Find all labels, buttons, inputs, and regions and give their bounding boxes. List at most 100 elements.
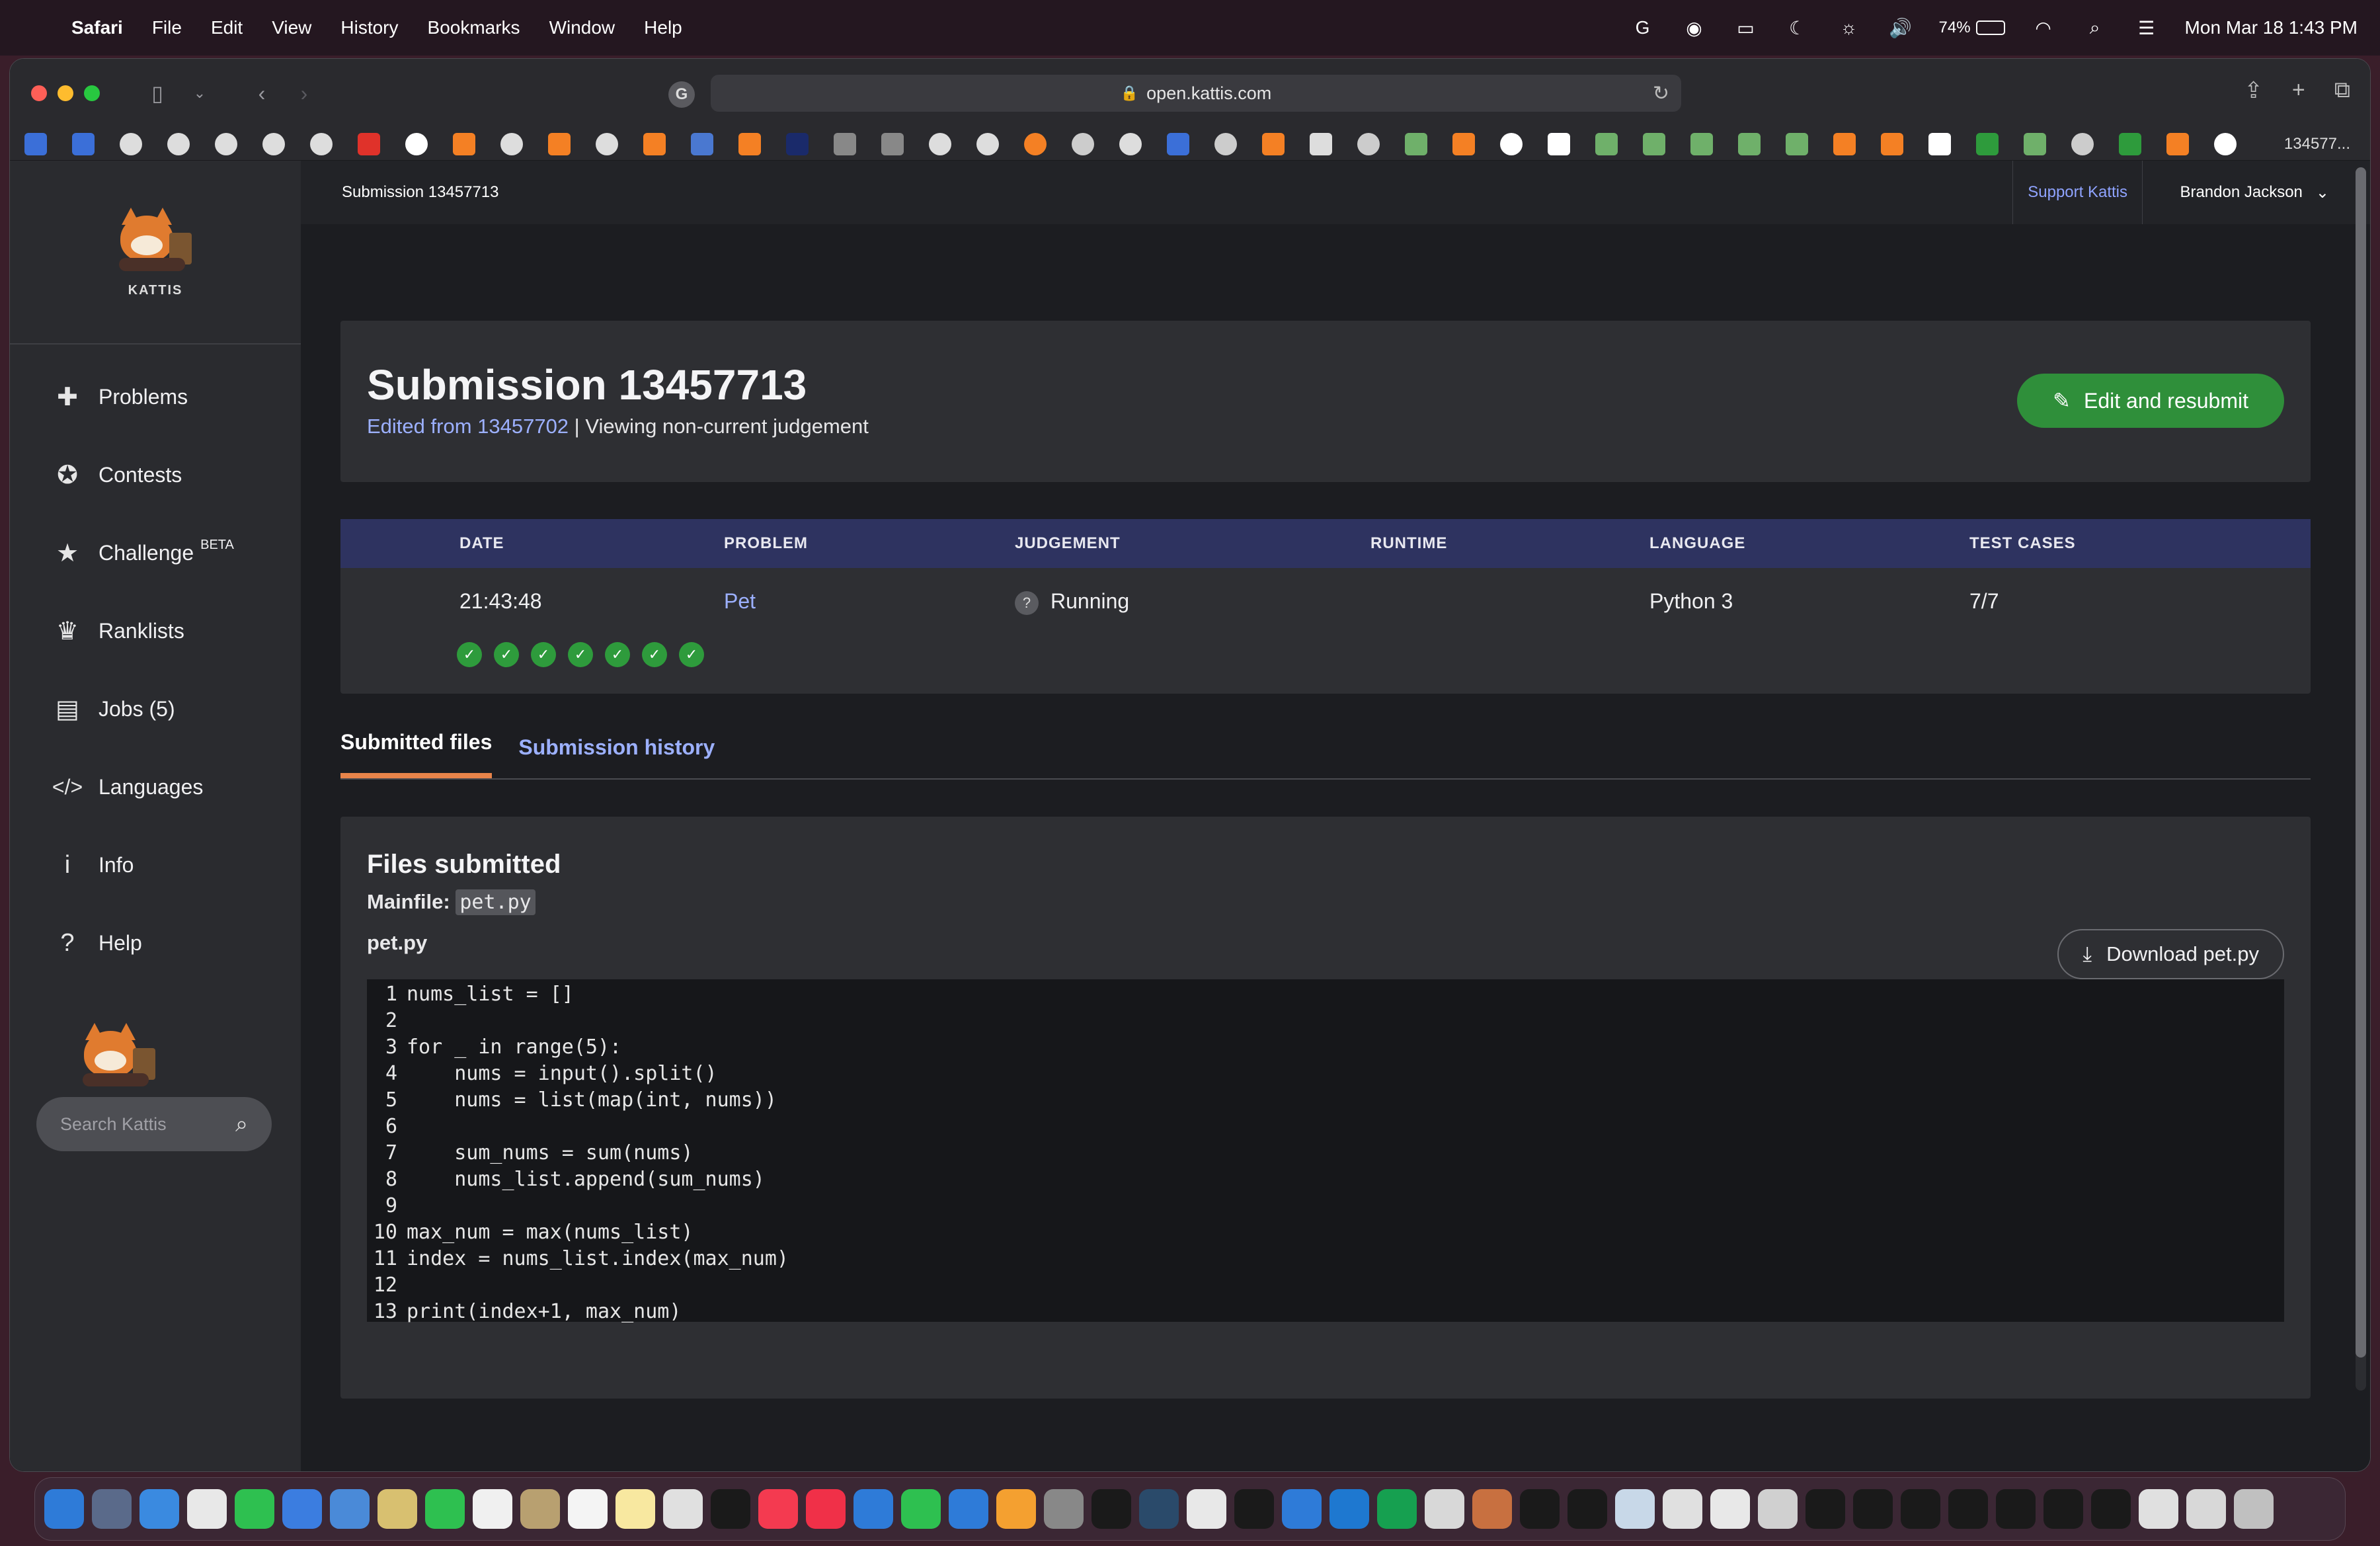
dock-app-icon[interactable] bbox=[996, 1489, 1036, 1529]
pinned-tab[interactable] bbox=[445, 131, 483, 157]
share-icon[interactable]: ⇪ bbox=[2244, 77, 2263, 104]
dock-app-icon[interactable] bbox=[1377, 1489, 1417, 1529]
dock-app-icon[interactable] bbox=[711, 1489, 750, 1529]
sidebar-item-problems[interactable]: ✚ Problems bbox=[10, 358, 301, 436]
pinned-tab[interactable] bbox=[1349, 131, 1388, 157]
scrollbar-thumb[interactable] bbox=[2356, 167, 2366, 1358]
search-icon[interactable]: ⌕ bbox=[235, 1112, 248, 1137]
pinned-tab[interactable] bbox=[1207, 131, 1245, 157]
dock-app-icon[interactable] bbox=[1567, 1489, 1607, 1529]
dock-app-icon[interactable] bbox=[1520, 1489, 1560, 1529]
pinned-tab[interactable] bbox=[588, 131, 626, 157]
control-center-icon[interactable]: ☰ bbox=[2133, 18, 2160, 38]
dock-app-icon[interactable] bbox=[1615, 1489, 1655, 1529]
dock-app-icon[interactable] bbox=[1187, 1489, 1226, 1529]
pinned-tab[interactable] bbox=[2111, 131, 2149, 157]
pinned-tab[interactable] bbox=[683, 131, 721, 157]
back-icon[interactable]: ‹ bbox=[244, 79, 280, 108]
dock-app-icon[interactable] bbox=[1901, 1489, 1940, 1529]
pinned-tab[interactable] bbox=[64, 131, 102, 157]
code-viewer[interactable]: 1 nums_list = [] 2 3 for _ in range(5): 4 num… bbox=[367, 979, 2284, 1323]
pinned-tab[interactable] bbox=[2063, 131, 2102, 157]
dock-app-icon[interactable] bbox=[2091, 1489, 2131, 1529]
active-tab[interactable]: 134577... bbox=[2284, 135, 2363, 153]
menu-app-name[interactable]: Safari bbox=[71, 17, 123, 38]
spotlight-search-icon[interactable]: ⌕ bbox=[2082, 17, 2108, 38]
menu-edit[interactable]: Edit bbox=[211, 17, 243, 38]
battery-status[interactable]: 74% bbox=[1939, 19, 2005, 37]
dock-app-icon[interactable] bbox=[1805, 1489, 1845, 1529]
sidebar-item-ranklists[interactable]: ♛ Ranklists bbox=[10, 592, 301, 670]
support-kattis-link[interactable]: Support Kattis bbox=[2012, 161, 2143, 224]
dock-app-icon[interactable] bbox=[1853, 1489, 1893, 1529]
pinned-tab[interactable] bbox=[635, 131, 674, 157]
pinned-tab[interactable] bbox=[159, 131, 198, 157]
dock-app-icon[interactable] bbox=[520, 1489, 560, 1529]
new-tab-icon[interactable]: + bbox=[2292, 77, 2305, 104]
pinned-tab[interactable] bbox=[2159, 131, 2197, 157]
kattis-logo[interactable]: KATTIS bbox=[10, 161, 301, 345]
forward-icon[interactable]: › bbox=[286, 79, 322, 108]
pinned-tab[interactable] bbox=[1445, 131, 1483, 157]
dock-app-icon[interactable] bbox=[1996, 1489, 2036, 1529]
pinned-tab[interactable] bbox=[350, 131, 388, 157]
tab-submission-history[interactable]: Submission history bbox=[518, 725, 715, 778]
pinned-tab[interactable] bbox=[826, 131, 864, 157]
dock-app-icon[interactable] bbox=[377, 1489, 417, 1529]
grammarly-extension-icon[interactable]: G bbox=[668, 81, 695, 108]
pinned-tab[interactable] bbox=[397, 131, 436, 157]
tab-group-chevron-icon[interactable]: ⌄ bbox=[182, 79, 218, 108]
pinned-tab[interactable] bbox=[1254, 131, 1292, 157]
moon-status-icon[interactable]: ☾ bbox=[1784, 18, 1811, 38]
pinned-tab[interactable] bbox=[1492, 131, 1530, 157]
dock-app-icon[interactable] bbox=[1139, 1489, 1179, 1529]
pinned-tab[interactable] bbox=[731, 131, 769, 157]
dock-app-icon[interactable] bbox=[139, 1489, 179, 1529]
dock-app-icon[interactable] bbox=[187, 1489, 227, 1529]
dock-app-icon[interactable] bbox=[901, 1489, 941, 1529]
dock-app-icon[interactable] bbox=[663, 1489, 703, 1529]
pinned-tab[interactable] bbox=[1540, 131, 1578, 157]
display-status-icon[interactable]: ▭ bbox=[1733, 18, 1759, 38]
dock-app-icon[interactable] bbox=[1234, 1489, 1274, 1529]
search-input[interactable]: Search Kattis ⌕ bbox=[36, 1097, 272, 1151]
dock-app-icon[interactable] bbox=[1044, 1489, 1084, 1529]
cell-problem-link[interactable]: Pet bbox=[724, 589, 756, 614]
user-menu[interactable]: Brandon Jackson ⌄ bbox=[2180, 161, 2329, 224]
pinned-tab[interactable] bbox=[540, 131, 578, 157]
dock-app-icon[interactable] bbox=[758, 1489, 798, 1529]
dock-app-icon[interactable] bbox=[2043, 1489, 2083, 1529]
pinned-tab[interactable] bbox=[2206, 131, 2244, 157]
pinned-tab[interactable] bbox=[921, 131, 959, 157]
dock-app-icon[interactable] bbox=[1663, 1489, 1702, 1529]
pinned-tab[interactable] bbox=[207, 131, 245, 157]
pinned-tab[interactable] bbox=[2016, 131, 2054, 157]
pinned-tab[interactable] bbox=[1111, 131, 1150, 157]
menu-help[interactable]: Help bbox=[644, 17, 682, 38]
volume-status-icon[interactable]: 🔊 bbox=[1887, 18, 1914, 38]
dock-app-icon[interactable] bbox=[1472, 1489, 1512, 1529]
pinned-tab[interactable] bbox=[778, 131, 816, 157]
dock-app-icon[interactable] bbox=[425, 1489, 465, 1529]
dock-app-icon[interactable] bbox=[282, 1489, 322, 1529]
dock-app-icon[interactable] bbox=[568, 1489, 608, 1529]
pinned-tab[interactable] bbox=[1159, 131, 1197, 157]
pinned-tab[interactable] bbox=[1635, 131, 1673, 157]
wifi-status-icon[interactable]: ◠ bbox=[2030, 18, 2057, 38]
menu-view[interactable]: View bbox=[272, 17, 311, 38]
sidebar-item-help[interactable]: ? Help bbox=[10, 904, 301, 982]
edit-and-resubmit-button[interactable]: ✎ Edit and resubmit bbox=[2017, 374, 2284, 428]
dock-app-icon[interactable] bbox=[806, 1489, 846, 1529]
dock-app-icon[interactable] bbox=[1329, 1489, 1369, 1529]
tab-overview-icon[interactable]: ⧉ bbox=[2334, 77, 2350, 104]
pinned-tab[interactable] bbox=[112, 131, 150, 157]
pinned-tab[interactable] bbox=[1873, 131, 1911, 157]
edited-from-link[interactable]: Edited from 13457702 bbox=[367, 415, 569, 438]
pinned-tab[interactable] bbox=[1397, 131, 1435, 157]
dock-app-icon[interactable] bbox=[1425, 1489, 1464, 1529]
pinned-tab[interactable] bbox=[1778, 131, 1816, 157]
sidebar-item-info[interactable]: i Info bbox=[10, 826, 301, 904]
download-button[interactable]: ⤓ Download pet.py bbox=[2057, 929, 2284, 979]
dock-app-icon[interactable] bbox=[44, 1489, 84, 1529]
pinned-tab[interactable] bbox=[493, 131, 531, 157]
